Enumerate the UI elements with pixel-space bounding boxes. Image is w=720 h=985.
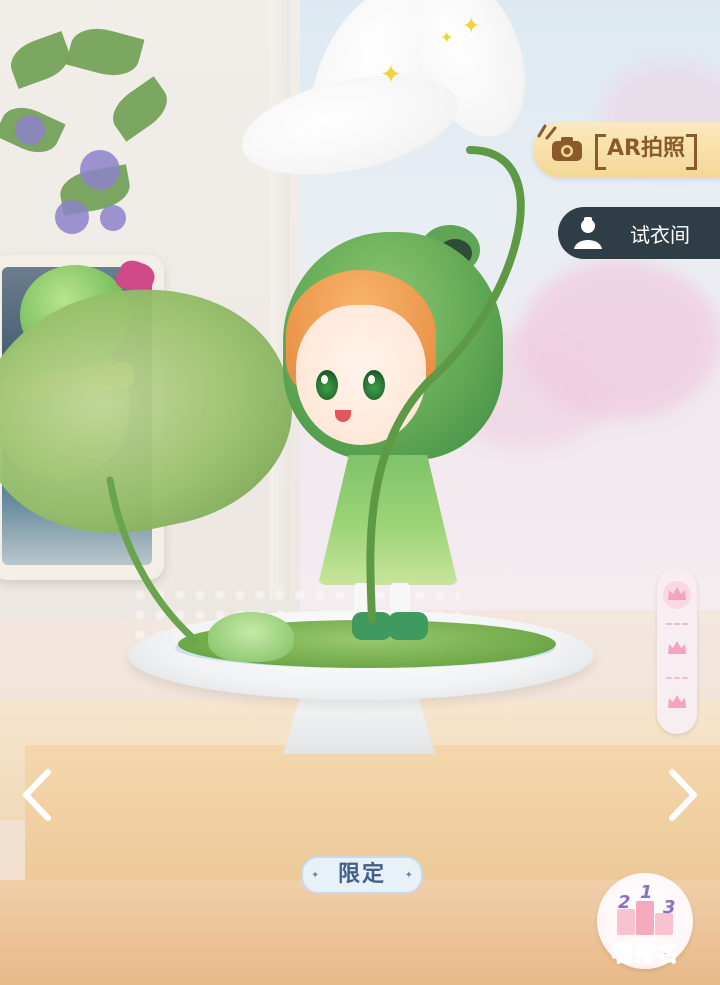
fitting-room-button[interactable]: 试衣间	[558, 207, 720, 259]
avatar-silhouette-icon	[574, 217, 602, 249]
tab-divider	[666, 677, 688, 679]
sparkle-star: ✦	[462, 14, 481, 39]
podium-rank-3: 3	[663, 897, 676, 918]
limited-badge: ✦ 限定 ✦	[301, 856, 423, 894]
ranking-label: 看排名	[611, 942, 678, 968]
crown-tab-panel	[657, 568, 697, 734]
tab-divider	[666, 623, 688, 625]
sparkle-icon: ✦	[404, 870, 413, 881]
fitting-room-label: 试衣间	[630, 223, 690, 247]
sparkle-star: ✦	[380, 60, 402, 90]
ar-photo-button[interactable]: AR拍照	[533, 122, 720, 178]
display-scene: ✦ ✦ ✦ AR拍照 试衣间 ✦ 限定 ✦ 2 1 3 看排名	[0, 0, 720, 985]
podium-rank-2: 2	[618, 892, 631, 913]
crown-icon[interactable]	[662, 634, 692, 664]
crown-icon[interactable]	[662, 688, 692, 718]
limited-label: 限定	[337, 862, 386, 887]
chevron-left-icon[interactable]	[20, 768, 54, 822]
ar-photo-label: AR拍照	[595, 132, 697, 170]
ranking-button[interactable]: 2 1 3 看排名	[597, 873, 693, 973]
flash-lines-icon	[537, 124, 557, 140]
sparkle-star: ✦	[440, 28, 454, 47]
podium-rank-1: 1	[640, 882, 653, 903]
crown-icon[interactable]	[662, 580, 692, 610]
chevron-right-icon[interactable]	[666, 768, 700, 822]
